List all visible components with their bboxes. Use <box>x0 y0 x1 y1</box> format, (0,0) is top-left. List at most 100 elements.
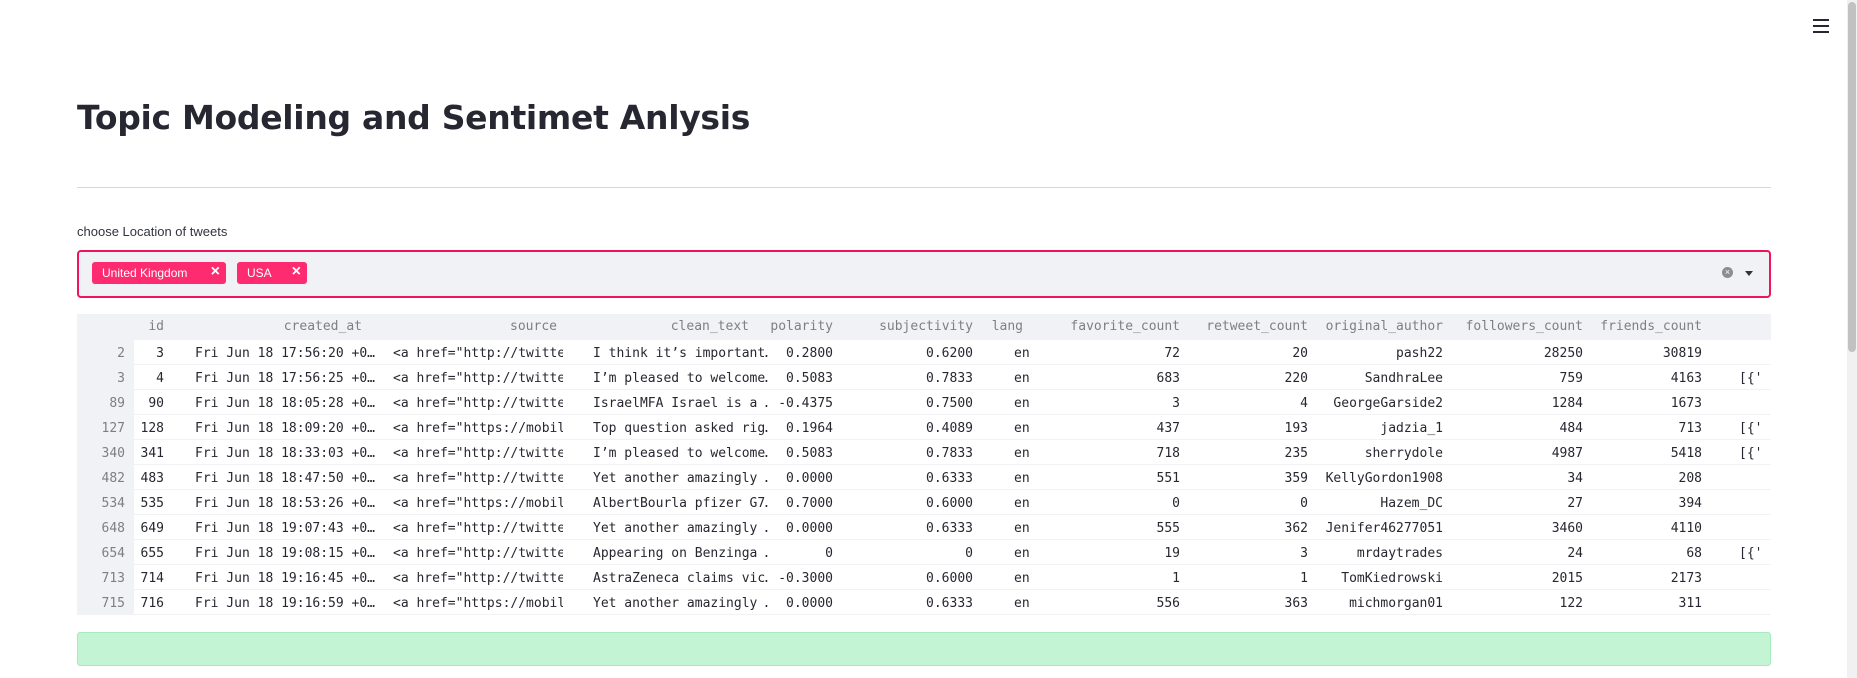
table-cell[interactable]: Jenifer46277051 <box>1320 521 1443 536</box>
table-cell[interactable]: 714 <box>134 571 164 586</box>
table-cell[interactable]: 27 <box>1455 496 1583 511</box>
row-index[interactable]: 89 <box>77 396 125 411</box>
table-cell[interactable]: <a href="https://mobil… <box>393 421 563 436</box>
table-cell[interactable]: 394 <box>1595 496 1702 511</box>
table-cell[interactable]: <a href="http://twitte… <box>393 546 563 561</box>
row-index[interactable]: 340 <box>77 446 125 461</box>
table-cell[interactable]: 3460 <box>1455 521 1583 536</box>
row-index[interactable]: 127 <box>77 421 125 436</box>
table-cell[interactable]: 0 <box>843 546 973 561</box>
table-cell[interactable]: 20 <box>1192 346 1308 361</box>
table-cell[interactable]: 0.5083 <box>767 446 833 461</box>
page-scrollbar[interactable] <box>1847 0 1857 678</box>
table-cell[interactable]: 0 <box>767 546 833 561</box>
table-cell[interactable]: 3 <box>134 346 164 361</box>
column-header[interactable]: favorite_count <box>1039 319 1180 334</box>
table-cell[interactable]: michmorgan01 <box>1320 596 1443 611</box>
table-cell[interactable]: Fri Jun 18 18:05:28 +0… <box>195 396 375 411</box>
column-header[interactable]: friends_count <box>1595 319 1702 334</box>
table-cell[interactable]: IsraelMFA Israel is a … <box>593 396 768 411</box>
column-header[interactable]: followers_count <box>1455 319 1583 334</box>
close-icon[interactable]: × <box>292 263 301 281</box>
table-cell[interactable]: 30819 <box>1595 346 1702 361</box>
table-cell[interactable]: 0.6333 <box>843 471 973 486</box>
table-cell[interactable]: Fri Jun 18 18:47:50 +0… <box>195 471 375 486</box>
row-index[interactable]: 715 <box>77 596 125 611</box>
table-cell[interactable]: <a href="http://twitte… <box>393 471 563 486</box>
hamburger-menu-icon[interactable] <box>1809 14 1833 38</box>
table-cell[interactable]: AstraZeneca claims vic… <box>593 571 768 586</box>
location-multiselect[interactable]: United Kingdom × USA × × <box>77 250 1771 298</box>
table-cell[interactable]: 24 <box>1455 546 1583 561</box>
table-cell[interactable]: Yet another amazingly … <box>593 596 768 611</box>
table-cell[interactable]: Fri Jun 18 19:16:45 +0… <box>195 571 375 586</box>
row-index[interactable]: 654 <box>77 546 125 561</box>
chevron-down-icon[interactable] <box>1745 271 1753 276</box>
row-index[interactable]: 648 <box>77 521 125 536</box>
table-cell[interactable]: 4 <box>1192 396 1308 411</box>
table-cell[interactable]: 3 <box>1039 396 1180 411</box>
table-cell[interactable]: [{' <box>1739 446 1771 461</box>
column-header[interactable]: polarity <box>767 319 833 334</box>
table-cell[interactable]: 483 <box>134 471 164 486</box>
table-cell[interactable]: 220 <box>1192 371 1308 386</box>
table-cell[interactable]: 0.1964 <box>767 421 833 436</box>
table-cell[interactable]: Fri Jun 18 18:09:20 +0… <box>195 421 375 436</box>
table-cell[interactable]: Fri Jun 18 19:16:59 +0… <box>195 596 375 611</box>
table-cell[interactable]: 0.4089 <box>843 421 973 436</box>
table-cell[interactable]: AlbertBourla pfizer G7… <box>593 496 768 511</box>
table-cell[interactable]: 90 <box>134 396 164 411</box>
row-index[interactable]: 2 <box>77 346 125 361</box>
close-icon[interactable]: × <box>211 263 220 281</box>
table-cell[interactable]: 1284 <box>1455 396 1583 411</box>
table-cell[interactable]: 556 <box>1039 596 1180 611</box>
clear-all-icon[interactable]: × <box>1722 267 1733 278</box>
table-cell[interactable]: Top question asked rig… <box>593 421 768 436</box>
table-cell[interactable]: 1 <box>1039 571 1180 586</box>
table-cell[interactable]: 0 <box>1039 496 1180 511</box>
table-cell[interactable]: pash22 <box>1320 346 1443 361</box>
table-cell[interactable]: -0.3000 <box>767 571 833 586</box>
scrollbar-thumb[interactable] <box>1848 2 1856 352</box>
table-cell[interactable]: Fri Jun 18 17:56:25 +0… <box>195 371 375 386</box>
table-cell[interactable]: 0.6000 <box>843 496 973 511</box>
table-cell[interactable]: <a href="https://mobil… <box>393 496 563 511</box>
table-cell[interactable]: 208 <box>1595 471 1702 486</box>
table-cell[interactable]: [{' <box>1739 371 1771 386</box>
tweets-table[interactable]: id created_at source clean_text polarity subj… <box>77 314 1771 615</box>
table-cell[interactable]: Hazem_DC <box>1320 496 1443 511</box>
table-cell[interactable]: 4987 <box>1455 446 1583 461</box>
table-cell[interactable]: Appearing on Benzinga … <box>593 546 768 561</box>
table-cell[interactable]: [{' <box>1739 546 1771 561</box>
table-cell[interactable]: 2015 <box>1455 571 1583 586</box>
table-cell[interactable]: 0.7500 <box>843 396 973 411</box>
table-cell[interactable]: I think it’s important… <box>593 346 768 361</box>
column-header[interactable]: source <box>373 319 557 334</box>
table-cell[interactable]: mrdaytrades <box>1320 546 1443 561</box>
table-cell[interactable]: 0.0000 <box>767 471 833 486</box>
table-cell[interactable]: <a href="http://twitte… <box>393 346 563 361</box>
table-cell[interactable]: 235 <box>1192 446 1308 461</box>
table-cell[interactable]: 122 <box>1455 596 1583 611</box>
table-cell[interactable]: 193 <box>1192 421 1308 436</box>
table-cell[interactable]: jadzia_1 <box>1320 421 1443 436</box>
table-cell[interactable]: 716 <box>134 596 164 611</box>
table-cell[interactable]: <a href="http://twitte… <box>393 571 563 586</box>
table-cell[interactable]: 4 <box>134 371 164 386</box>
table-cell[interactable]: 713 <box>1595 421 1702 436</box>
table-cell[interactable]: I’m pleased to welcome… <box>593 371 768 386</box>
table-cell[interactable]: 2173 <box>1595 571 1702 586</box>
table-cell[interactable]: 311 <box>1595 596 1702 611</box>
column-header[interactable]: clean_text <box>566 319 749 334</box>
table-cell[interactable]: 359 <box>1192 471 1308 486</box>
table-cell[interactable]: 34 <box>1455 471 1583 486</box>
row-index[interactable]: 534 <box>77 496 125 511</box>
table-cell[interactable]: <a href="http://twitte… <box>393 446 563 461</box>
table-cell[interactable]: 128 <box>134 421 164 436</box>
column-header[interactable]: lang <box>986 319 1023 334</box>
table-cell[interactable]: KellyGordon1908 <box>1320 471 1443 486</box>
table-cell[interactable]: 363 <box>1192 596 1308 611</box>
table-cell[interactable]: Fri Jun 18 17:56:20 +0… <box>195 346 375 361</box>
table-cell[interactable]: [{' <box>1739 421 1771 436</box>
table-cell[interactable]: 655 <box>134 546 164 561</box>
